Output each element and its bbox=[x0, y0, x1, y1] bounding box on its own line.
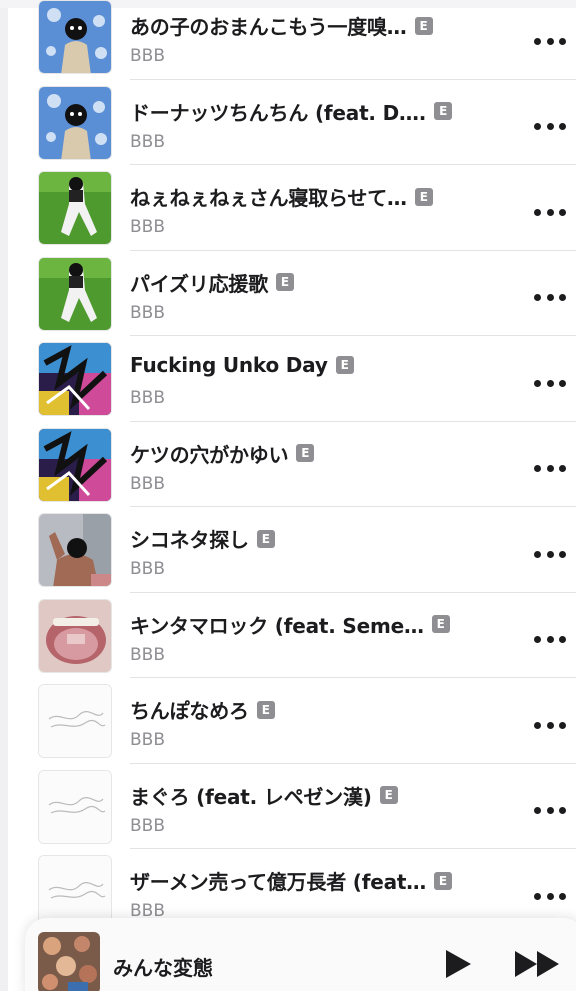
more-options-icon[interactable] bbox=[534, 464, 566, 474]
sketch-logo-art bbox=[38, 684, 112, 758]
song-title: シコネタ探し bbox=[130, 528, 249, 552]
song-title: Fucking Unko Day bbox=[130, 353, 328, 377]
now-playing-title: みんな変態 bbox=[113, 956, 213, 980]
masked-man-blue-art bbox=[38, 0, 112, 74]
song-title: パイズリ応援歌 bbox=[130, 271, 268, 296]
song-artist: BBB bbox=[130, 46, 165, 66]
song-row[interactable]: シコネタ探し E BBB bbox=[0, 507, 576, 593]
more-options-icon[interactable] bbox=[534, 207, 566, 217]
song-artist: BBB bbox=[130, 473, 165, 494]
masked-man-blue-art bbox=[38, 85, 112, 160]
explicit-badge: E bbox=[276, 273, 294, 291]
play-icon[interactable] bbox=[443, 948, 473, 980]
song-row[interactable]: キンタマロック (feat. Seme… E BBB bbox=[0, 593, 576, 678]
explicit-badge: E bbox=[434, 871, 453, 890]
more-options-icon[interactable] bbox=[534, 122, 566, 132]
song-row[interactable]: あの子のおまんこもう一度嗅… E BBB bbox=[0, 0, 576, 80]
more-options-icon[interactable] bbox=[534, 36, 566, 46]
song-artist: BBB bbox=[130, 131, 165, 152]
song-title: ザーメン売って億万長者 (feat… bbox=[130, 870, 427, 894]
forward-icon[interactable] bbox=[513, 948, 563, 980]
song-artist: BBB bbox=[130, 302, 165, 323]
more-options-icon[interactable] bbox=[534, 635, 566, 645]
more-options-icon[interactable] bbox=[534, 891, 566, 901]
explicit-badge: E bbox=[414, 187, 433, 206]
explicit-badge: E bbox=[256, 700, 275, 719]
masked-man-pose-art bbox=[38, 513, 112, 587]
song-row[interactable]: ねぇねぇねぇさん寝取らせて… E BBB bbox=[0, 165, 576, 251]
explicit-badge: E bbox=[414, 16, 433, 35]
song-title: ちんぽなめろ bbox=[130, 699, 249, 723]
song-row[interactable]: Fucking Unko Day E BBB bbox=[0, 336, 576, 422]
song-artist: BBB bbox=[130, 730, 165, 750]
song-title: キンタマロック (feat. Seme… bbox=[130, 613, 424, 638]
song-artist: BBB bbox=[130, 388, 165, 408]
song-title: ドーナッツちんちん (feat. D…. bbox=[130, 100, 427, 125]
song-title: あの子のおまんこもう一度嗅… bbox=[130, 15, 407, 39]
graffiti-art bbox=[38, 342, 112, 416]
explicit-badge: E bbox=[335, 356, 354, 374]
more-options-icon[interactable] bbox=[534, 293, 566, 303]
song-title: ケツの穴がかゆい bbox=[130, 442, 289, 467]
more-options-icon[interactable] bbox=[534, 378, 566, 388]
song-artist: BBB bbox=[130, 217, 165, 237]
song-title: ねぇねぇねぇさん寝取らせて… bbox=[130, 186, 407, 210]
explicit-badge: E bbox=[379, 786, 398, 804]
mini-player[interactable]: みんな変態 bbox=[25, 918, 576, 991]
song-artist: BBB bbox=[130, 815, 165, 836]
explicit-badge: E bbox=[434, 102, 453, 120]
graffiti-art bbox=[38, 427, 112, 502]
mouth-art bbox=[38, 598, 112, 673]
song-artist: BBB bbox=[130, 559, 165, 579]
song-row[interactable]: パイズリ応援歌 E BBB bbox=[0, 251, 576, 336]
explicit-badge: E bbox=[256, 529, 275, 548]
song-artist: BBB bbox=[130, 644, 165, 665]
explicit-badge: E bbox=[296, 444, 315, 462]
explicit-badge: E bbox=[431, 615, 450, 633]
more-options-icon[interactable] bbox=[534, 720, 566, 730]
song-row[interactable]: ケツの穴がかゆい E BBB bbox=[0, 422, 576, 507]
grass-man-art bbox=[38, 171, 112, 245]
now-playing-artwork bbox=[38, 932, 100, 991]
song-title: まぐろ (feat. レペゼン漢) bbox=[130, 784, 372, 809]
song-row[interactable]: ちんぽなめろ E BBB bbox=[0, 678, 576, 764]
more-options-icon[interactable] bbox=[534, 549, 566, 559]
sketch-logo-art bbox=[38, 769, 112, 844]
song-list: あの子のおまんこもう一度嗅… E BBB ドーナッツちんちん (feat. D…… bbox=[0, 0, 576, 935]
grass-man-art bbox=[38, 256, 112, 331]
song-row[interactable]: まぐろ (feat. レペゼン漢) E BBB bbox=[0, 764, 576, 849]
more-options-icon[interactable] bbox=[534, 806, 566, 816]
song-row[interactable]: ドーナッツちんちん (feat. D…. E BBB bbox=[0, 80, 576, 165]
